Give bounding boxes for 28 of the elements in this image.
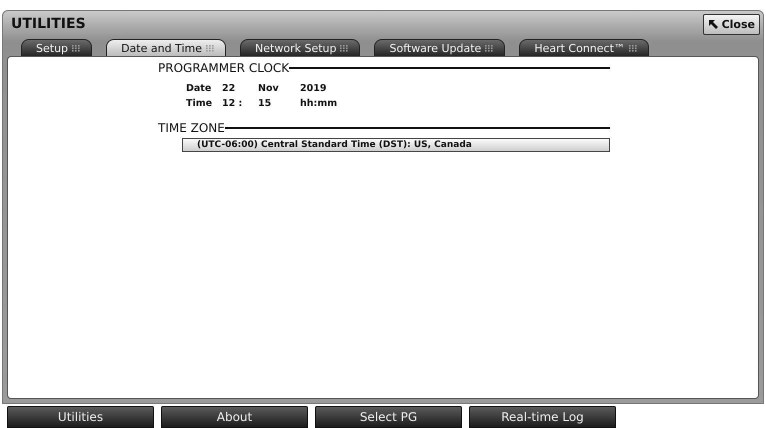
field-value: Nov (258, 83, 280, 94)
field-label: Date (186, 83, 212, 94)
nav-button[interactable]: About (161, 406, 308, 428)
grip-icon (628, 44, 638, 52)
grip-icon (72, 44, 82, 52)
field-value: 12 : (222, 98, 244, 109)
section-heading: PROGRAMMER CLOCK (158, 61, 290, 75)
grip-icon (206, 44, 215, 52)
nav-button[interactable]: Real-time Log (469, 406, 616, 428)
nav-button[interactable]: Select PG (315, 406, 462, 428)
tab[interactable]: Network Setup (240, 39, 360, 56)
nav-button[interactable]: Utilities (7, 406, 154, 428)
grip-icon (340, 44, 350, 52)
section-heading: TIME ZONE (158, 121, 225, 135)
tab[interactable]: Heart Connect™ (519, 39, 649, 56)
tab[interactable]: Setup (21, 39, 92, 56)
time-zone-dropdown[interactable]: (UTC-06:00) Central Standard Time (DST): US, Canada (182, 138, 610, 152)
field-value: 2019 (300, 83, 328, 94)
field-value: 15 (258, 98, 272, 109)
window-title: UTILITIES (11, 16, 86, 32)
field-label: Time (186, 98, 214, 109)
field-value: 22 (222, 83, 236, 94)
tab[interactable]: Software Update (374, 39, 506, 56)
grip-icon (485, 44, 494, 52)
tab[interactable]: Date and Time (106, 39, 226, 56)
arrow-icon (708, 18, 719, 30)
field-value: hh:mm (300, 98, 338, 109)
close-button[interactable]: Close (702, 14, 760, 34)
